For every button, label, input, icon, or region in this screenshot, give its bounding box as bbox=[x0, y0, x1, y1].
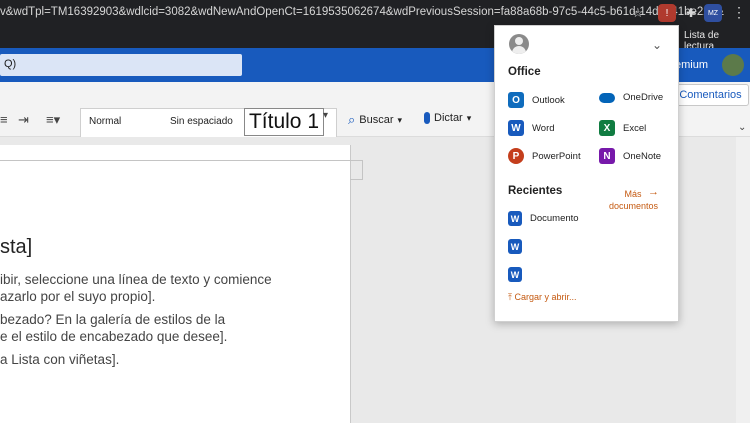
increase-indent-icon[interactable]: ⇥ bbox=[18, 112, 29, 128]
search-placeholder: Q) bbox=[4, 58, 17, 70]
styles-expand-icon[interactable]: ▾ bbox=[323, 110, 333, 132]
outlook-icon: O bbox=[508, 92, 524, 108]
user-icon[interactable] bbox=[509, 34, 529, 54]
bookmark-star-icon[interactable]: ☆ bbox=[632, 5, 644, 21]
app-label: PowerPoint bbox=[532, 150, 581, 162]
header-box bbox=[350, 160, 363, 180]
recent-document[interactable]: W bbox=[508, 239, 530, 254]
chevron-down-icon: ▾ bbox=[397, 114, 403, 125]
app-label: Word bbox=[532, 122, 555, 134]
avatar[interactable] bbox=[722, 54, 744, 76]
document-line[interactable]: azarlo por el suyo propio]. bbox=[0, 289, 155, 304]
vertical-scrollbar[interactable] bbox=[736, 137, 750, 423]
style-titulo-1[interactable]: Título 1 bbox=[244, 108, 324, 136]
recent-document-name: Documento bbox=[530, 213, 579, 224]
alignment-icon[interactable]: ≡▾ bbox=[46, 112, 60, 128]
word-doc-icon: W bbox=[508, 267, 522, 282]
recent-document[interactable]: W bbox=[508, 267, 530, 282]
extension-red-icon[interactable]: ! bbox=[658, 4, 676, 22]
arrow-right-icon[interactable]: → bbox=[648, 186, 659, 198]
buscar-label: Buscar bbox=[359, 114, 394, 126]
search-icon: ⌕ bbox=[348, 112, 356, 127]
recent-document[interactable]: W Documento bbox=[508, 211, 579, 226]
dictar-label: Dictar bbox=[434, 112, 463, 124]
app-powerpoint[interactable]: P PowerPoint bbox=[508, 148, 581, 164]
document-heading[interactable]: sta] bbox=[0, 236, 32, 259]
word-doc-icon: W bbox=[508, 239, 522, 254]
cargar-label: Cargar y abrir... bbox=[514, 292, 577, 302]
office-title: Office bbox=[508, 66, 541, 78]
app-outlook[interactable]: O Outlook bbox=[508, 92, 565, 108]
document-line[interactable]: bezado? En la galería de estilos de la bbox=[0, 312, 225, 327]
puzzle-extensions-icon[interactable]: ✚ bbox=[682, 4, 700, 22]
document-line[interactable]: ibir, seleccione una línea de texto y co… bbox=[0, 272, 272, 287]
onenote-icon: N bbox=[599, 148, 615, 164]
cargar-y-abrir-link[interactable]: ⤒ Cargar y abrir... bbox=[508, 292, 577, 303]
profile-badge-icon[interactable]: MZ bbox=[704, 4, 722, 22]
dictar-button[interactable]: Dictar ▾ bbox=[424, 112, 471, 124]
onedrive-icon: ​ bbox=[599, 92, 615, 103]
menu-dots-icon[interactable]: ⋮ bbox=[732, 4, 746, 21]
powerpoint-icon: P bbox=[508, 148, 524, 164]
app-label: OneNote bbox=[623, 150, 662, 162]
recientes-title: Recientes bbox=[508, 185, 563, 197]
comentarios-label: Comentarios bbox=[679, 89, 742, 101]
word-doc-icon: W bbox=[508, 211, 522, 226]
premium-link[interactable]: emium bbox=[675, 59, 708, 71]
app-excel[interactable]: X Excel bbox=[599, 120, 646, 136]
address-bar[interactable]: v&wdTpl=TM16392903&wdlcid=3082&wdNewAndO… bbox=[0, 0, 724, 26]
document-line[interactable]: a Lista con viñetas]. bbox=[0, 352, 119, 367]
chevron-down-icon[interactable]: ⌄ bbox=[652, 38, 662, 52]
style-sin-espaciado[interactable]: Sin espaciado bbox=[170, 116, 233, 127]
app-label: Excel bbox=[623, 122, 647, 134]
app-word[interactable]: W Word bbox=[508, 120, 555, 136]
search-input[interactable] bbox=[0, 54, 242, 76]
app-label: OneDrive bbox=[623, 92, 664, 103]
chevron-down-icon: ▾ bbox=[466, 112, 472, 123]
word-icon: W bbox=[508, 120, 524, 136]
app-onenote[interactable]: N OneNote bbox=[599, 148, 661, 164]
ribbon-collapse-icon[interactable]: ⌄ bbox=[738, 122, 746, 133]
microphone-icon bbox=[424, 112, 430, 124]
buscar-button[interactable]: ⌕ Buscar ▾ bbox=[348, 112, 402, 128]
url-text[interactable]: v&wdTpl=TM16392903&wdlcid=3082&wdNewAndO… bbox=[0, 6, 724, 18]
app-label: Outlook bbox=[532, 94, 565, 106]
indent-icon[interactable]: ≡ bbox=[0, 112, 8, 127]
app-onedrive[interactable]: ​ OneDrive bbox=[599, 92, 663, 103]
document-line[interactable]: e el estilo de encabezado que desee]. bbox=[0, 329, 227, 344]
style-normal[interactable]: Normal bbox=[89, 116, 121, 127]
header-line bbox=[0, 160, 362, 161]
comentarios-button[interactable]: Comentarios bbox=[672, 84, 749, 106]
excel-icon: X bbox=[599, 120, 615, 136]
